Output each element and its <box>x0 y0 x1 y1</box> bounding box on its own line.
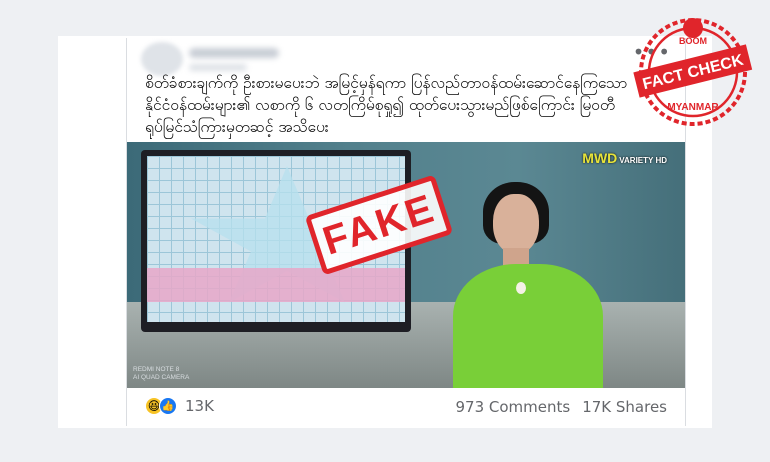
anchor-green-top <box>453 264 603 388</box>
anchor-face <box>493 194 539 254</box>
camera-watermark: REDMI NOTE 8 AI QUAD CAMERA <box>133 366 189 382</box>
post-footer: 😆 👍 13K 973 Comments 17K Shares <box>127 388 685 426</box>
badge-top-text: BOOM <box>679 36 707 46</box>
comments-count[interactable]: 973 Comments <box>455 398 570 416</box>
bomb-icon <box>683 18 703 38</box>
news-anchor <box>453 182 603 388</box>
post-text: စိတ်ခံစားချက်ကို ဦးစားမပေးဘဲ အမြင့်မှန်ရ… <box>145 74 628 136</box>
channel-logo-sub: VARIETY HD <box>619 156 667 165</box>
avatar[interactable] <box>141 42 183 76</box>
reaction-count[interactable]: 13K <box>185 397 214 415</box>
image-stage: ••• စိတ်ခံစားချက်ကို ဦးစားမပေးဘဲ အမြင့်မ… <box>58 36 712 428</box>
like-icon: 👍 <box>159 397 177 415</box>
video-screenshot[interactable]: MWD VARIETY HD FAKE REDMI NOTE 8 AI QUAD … <box>127 142 685 388</box>
tv-pink-band <box>147 268 405 302</box>
channel-logo-text: MWD <box>582 150 618 166</box>
fact-check-badge: BOOM FACT CHECK MYANMAR <box>633 18 753 126</box>
watermark-line-1: REDMI NOTE 8 <box>133 366 180 373</box>
facebook-post-card: ••• စိတ်ခံစားချက်ကို ဦးစားမပေးဘဲ အမြင့်မ… <box>126 38 686 426</box>
anchor-necklace <box>516 282 526 294</box>
reactions-summary[interactable]: 😆 👍 13K <box>145 396 214 416</box>
channel-logo: MWD VARIETY HD <box>582 150 667 166</box>
blurred-author-name <box>189 48 279 58</box>
post-stats: 973 Comments 17K Shares <box>455 398 667 416</box>
blurred-post-meta <box>189 64 247 71</box>
watermark-line-2: AI QUAD CAMERA <box>133 374 190 381</box>
shares-count[interactable]: 17K Shares <box>582 398 667 416</box>
badge-bottom-text: MYANMAR <box>667 102 719 113</box>
